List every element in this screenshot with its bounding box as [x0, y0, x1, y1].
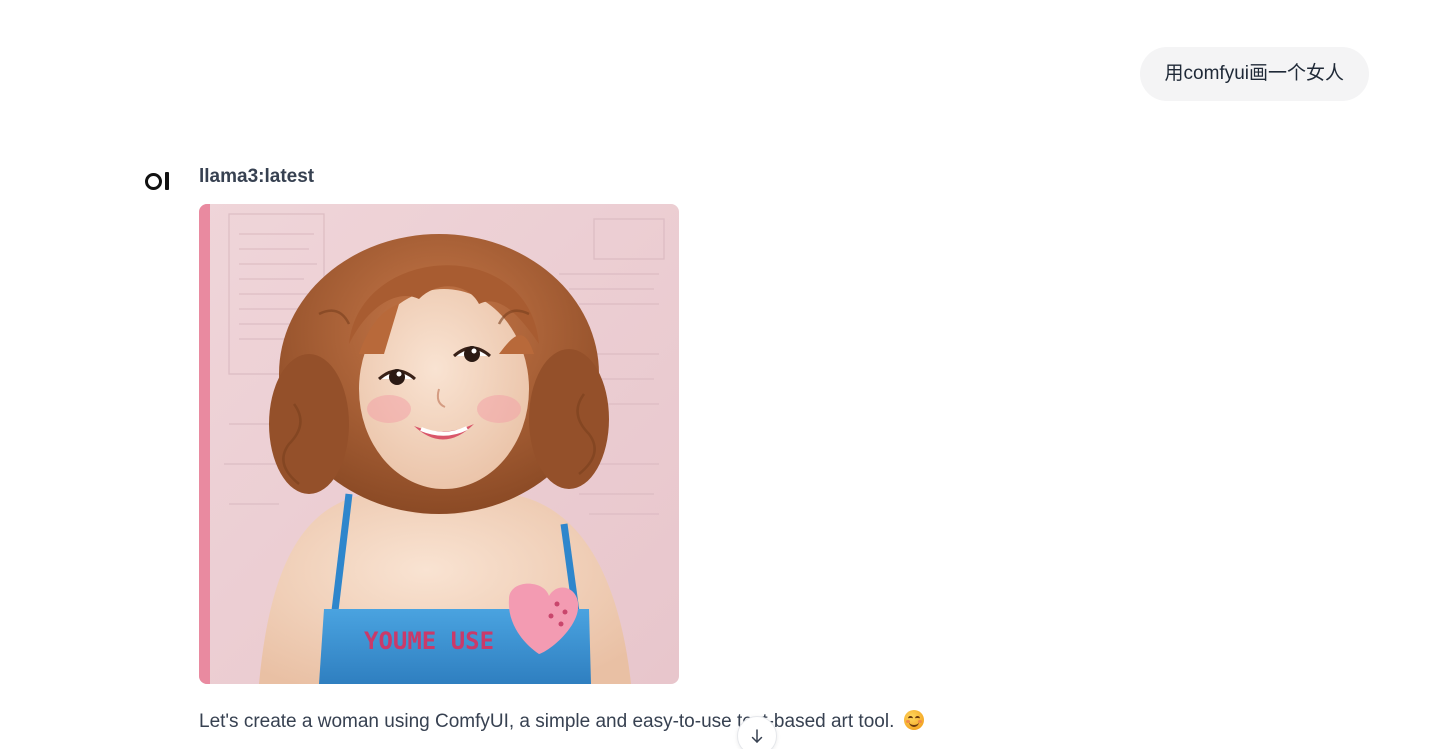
user-message-bubble[interactable]: 用comfyui画一个女人 [1139, 47, 1369, 101]
smiling-face-icon [903, 710, 924, 730]
user-message-row: 用comfyui画一个女人 [1139, 47, 1369, 101]
arrow-down-icon [751, 729, 763, 743]
model-name-label: llama3:latest [199, 166, 315, 187]
scroll-to-bottom-button[interactable] [737, 716, 777, 749]
shirt-print-text: YOUME USE [364, 627, 494, 655]
generated-image[interactable]: YOUME USE [199, 204, 679, 684]
chat-page: 用comfyui画一个女人 llama3:latest YOUME USE Le… [0, 0, 1432, 749]
assistant-reply-text: Let's create a woman using ComfyUI, a si… [199, 709, 924, 735]
assistant-reply-body: Let's create a woman using ComfyUI, a si… [199, 711, 895, 732]
open-webui-logo-icon [145, 170, 173, 192]
